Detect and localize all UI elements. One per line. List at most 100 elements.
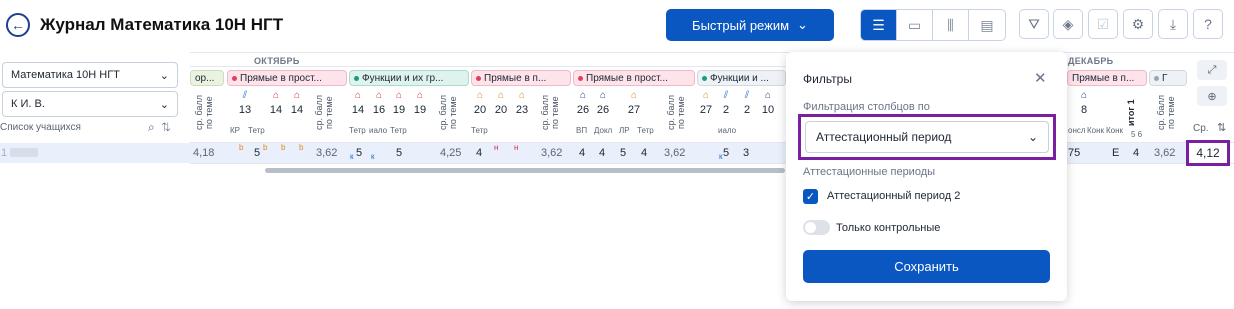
work-type-label: Докл bbox=[594, 126, 613, 135]
day-column[interactable]: ⌂ 26 bbox=[575, 90, 591, 116]
mark-flag: b bbox=[263, 143, 268, 152]
teacher-select[interactable]: К И. В. ⌄ bbox=[2, 91, 178, 117]
work-type-label: Конк bbox=[1106, 126, 1124, 135]
grade-cell[interactable]: 4 bbox=[476, 147, 482, 159]
grade-cell[interactable]: 3 bbox=[743, 147, 749, 159]
horizontal-scrollbar[interactable] bbox=[265, 168, 785, 173]
avg-cell[interactable]: 3,62 bbox=[541, 147, 562, 159]
avg-cell[interactable]: 3,62 bbox=[316, 147, 337, 159]
mark-flag: b bbox=[299, 143, 304, 152]
topic-chip[interactable]: Функции и ... bbox=[697, 70, 786, 86]
subject-value: Математика 10Н НГТ bbox=[11, 69, 120, 81]
avg-cell[interactable]: 3,62 bbox=[664, 147, 685, 159]
topic-chip[interactable]: Г bbox=[1149, 70, 1187, 86]
grade-cell[interactable]: 5 bbox=[620, 147, 626, 159]
work-type-label: Тетр bbox=[390, 126, 407, 135]
filter-by-value: Аттестационный период bbox=[816, 130, 952, 144]
grid-line bbox=[190, 142, 1234, 143]
chevron-down-icon: ⌄ bbox=[797, 17, 808, 32]
detail-view-icon[interactable]: ▤ bbox=[969, 10, 1005, 40]
work-type-label: онсл bbox=[1068, 126, 1086, 135]
grade-cell[interactable]: 5 bbox=[396, 147, 402, 159]
day-column[interactable]: ⌂ 19 bbox=[391, 90, 407, 116]
sr-label: Ср. bbox=[1193, 123, 1209, 134]
topic-chip[interactable]: Функции и их гр... bbox=[349, 70, 469, 86]
close-icon[interactable]: ✕ bbox=[1034, 69, 1047, 87]
grade-cell[interactable]: 4 bbox=[641, 147, 647, 159]
period-option-label: Аттестационный период 2 bbox=[827, 190, 961, 202]
checklist-icon[interactable]: ☑ bbox=[1088, 9, 1118, 39]
filter-icon[interactable]: ⛛ bbox=[1019, 9, 1049, 39]
topic-chip[interactable]: Прямые в п... bbox=[1067, 70, 1147, 86]
day-column[interactable]: ⌂ 19 bbox=[412, 90, 428, 116]
only-control-label: Только контрольные bbox=[836, 222, 941, 234]
day-column[interactable]: ⌂ 23 bbox=[514, 90, 530, 116]
subject-select[interactable]: Математика 10Н НГТ ⌄ bbox=[2, 62, 178, 88]
day-column[interactable]: ⫽ 13 bbox=[236, 90, 254, 116]
chevron-down-icon: ⌄ bbox=[159, 98, 169, 111]
help-icon[interactable]: ? bbox=[1193, 9, 1223, 39]
only-control-toggle[interactable] bbox=[803, 220, 830, 235]
window-view-icon[interactable]: ▭ bbox=[897, 10, 933, 40]
grade-cell[interactable]: 5 bbox=[356, 147, 362, 159]
grade-cell[interactable]: 4 bbox=[599, 147, 605, 159]
topic-chip[interactable]: Прямые в прост... bbox=[573, 70, 695, 86]
filter-panel: Фильтры ✕ Фильтрация столбцов по Аттеста… bbox=[786, 52, 1067, 301]
sort-icon[interactable]: ⇅ bbox=[161, 120, 171, 134]
avg-column-header: ср. балл по теме bbox=[1156, 95, 1176, 131]
day-column[interactable]: ⌂ 16 bbox=[371, 90, 387, 116]
back-button[interactable]: ← bbox=[6, 13, 30, 37]
quick-mode-label: Быстрый режим bbox=[692, 17, 790, 33]
topic-chip[interactable]: ор... bbox=[190, 70, 224, 86]
avg-cell[interactable]: 4,25 bbox=[440, 147, 461, 159]
avg-cell[interactable]: 4,18 bbox=[193, 147, 214, 159]
day-column[interactable]: ⌂ 20 bbox=[472, 90, 488, 116]
list-view-icon[interactable]: ☰ bbox=[861, 10, 897, 40]
day-column[interactable]: ⌂ 8 bbox=[1076, 90, 1092, 116]
columns-view-icon[interactable]: ⫼ bbox=[933, 10, 969, 40]
sort-icon[interactable]: ⇅ bbox=[1217, 121, 1226, 134]
day-column[interactable]: ⌂ 14 bbox=[350, 90, 366, 116]
students-label: Список учащихся bbox=[0, 122, 81, 133]
day-column[interactable]: ⫽ 2 bbox=[718, 90, 734, 116]
page-title: Журнал Математика 10Н НГТ bbox=[40, 15, 284, 34]
day-column[interactable]: ⌂ 26 bbox=[595, 90, 611, 116]
day-column[interactable]: ⌂ 20 bbox=[493, 90, 509, 116]
quick-mode-button[interactable]: Быстрый режим ⌄ bbox=[666, 9, 834, 41]
grade-cell[interactable]: 5 bbox=[254, 147, 260, 159]
settings-icon[interactable]: ⚙ bbox=[1123, 9, 1153, 39]
grid-line bbox=[190, 52, 1234, 53]
view-switcher: ☰ ▭ ⫼ ▤ bbox=[860, 9, 1006, 41]
search-icon[interactable]: ⌕ bbox=[148, 120, 155, 134]
teacher-value: К И. В. bbox=[11, 98, 45, 110]
day-column[interactable]: ⌂ 14 bbox=[289, 90, 305, 116]
filter-by-select[interactable]: Аттестационный период ⌄ bbox=[805, 121, 1049, 153]
work-type-label: иало bbox=[369, 126, 388, 135]
day-column[interactable]: ⌂ 27 bbox=[698, 90, 714, 116]
row-number: 1 bbox=[1, 147, 8, 159]
zoom-icon[interactable]: ⊕ bbox=[1197, 86, 1227, 106]
save-button[interactable]: Сохранить bbox=[803, 250, 1050, 283]
topic-chip[interactable]: Прямые в прост... bbox=[227, 70, 347, 86]
grade-cell[interactable]: 75 bbox=[1068, 147, 1080, 159]
layers-icon[interactable]: ◈ bbox=[1053, 9, 1083, 39]
avg-column-header: ср. балл по теме bbox=[666, 95, 686, 131]
grade-cell[interactable]: 4 bbox=[579, 147, 585, 159]
work-type-label: иало bbox=[718, 126, 737, 135]
day-column[interactable]: ⌂ 10 bbox=[759, 90, 777, 116]
topic-chip[interactable]: Прямые в п... bbox=[471, 70, 571, 86]
grid-line bbox=[190, 66, 786, 67]
expand-icon[interactable]: ⤢ bbox=[1197, 60, 1227, 80]
day-column[interactable]: ⌂ 27 bbox=[626, 90, 642, 116]
final-grade-cell[interactable]: 4 bbox=[1133, 147, 1139, 159]
avg-cell[interactable]: 3,62 bbox=[1154, 147, 1175, 159]
final-average-cell[interactable]: 4,12 bbox=[1186, 140, 1230, 166]
student-name-blurred bbox=[10, 148, 38, 157]
download-icon[interactable]: ⤓ bbox=[1158, 9, 1188, 39]
grade-cell[interactable]: 5 bbox=[723, 147, 729, 159]
period-checkbox[interactable]: ✓ bbox=[803, 189, 818, 204]
filter-panel-title: Фильтры bbox=[803, 72, 852, 86]
grade-cell[interactable]: E bbox=[1112, 147, 1119, 159]
day-column[interactable]: ⌂ 14 bbox=[268, 90, 284, 116]
day-column[interactable]: ⫽ 2 bbox=[739, 90, 755, 116]
